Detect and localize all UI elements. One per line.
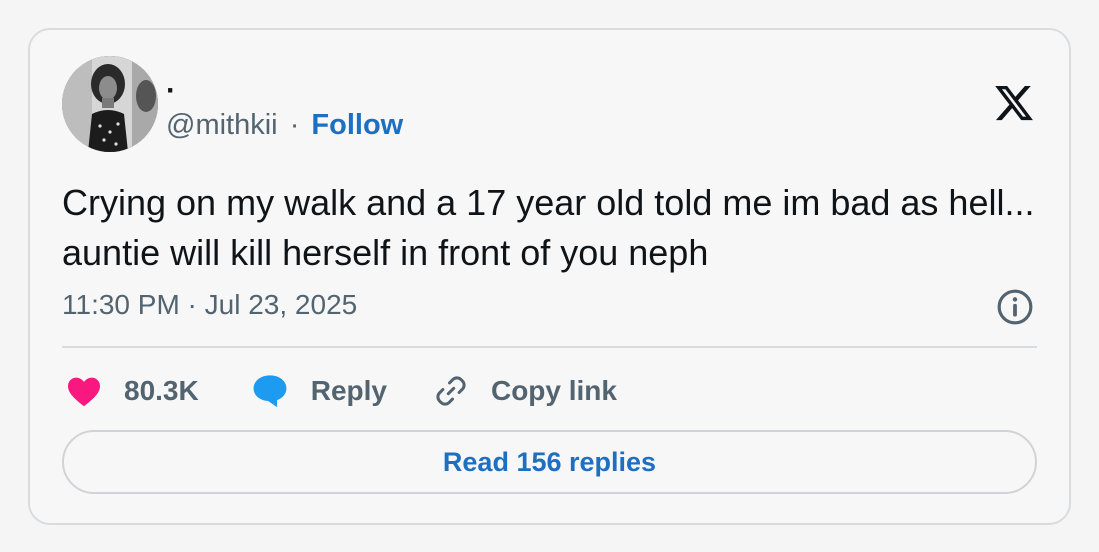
divider (62, 346, 1037, 348)
copy-link-button[interactable]: Copy link (433, 373, 617, 409)
tweet-embed-card: · @mithkii · Follow Crying on my walk an… (28, 28, 1071, 525)
handle-separator: · (289, 109, 300, 141)
reply-label: Reply (310, 375, 387, 406)
author-handle-row: @mithkii · Follow (166, 108, 403, 142)
heart-icon (68, 377, 100, 407)
tweet-text: Crying on my walk and a 17 year old told… (62, 182, 1035, 273)
author-handle[interactable]: @mithkii (166, 109, 278, 141)
link-icon (436, 376, 466, 406)
copy-link-label: Copy link (490, 375, 617, 406)
action-bar: 80.3K Reply Copy link (66, 366, 617, 416)
x-logo-icon[interactable] (992, 82, 1036, 124)
speech-bubble-icon (253, 375, 287, 408)
read-replies-button[interactable]: Read 156 replies (62, 430, 1037, 494)
avatar[interactable] (62, 56, 158, 152)
avatar-photo (62, 56, 158, 152)
info-icon[interactable] (996, 288, 1034, 326)
reply-button[interactable]: Reply (251, 373, 387, 409)
follow-link[interactable]: Follow (311, 109, 403, 141)
like-count: 80.3K (124, 375, 199, 406)
like-button[interactable]: 80.3K (66, 374, 199, 408)
display-name[interactable]: · (166, 76, 176, 106)
tweet-timestamp[interactable]: 11:30 PM · Jul 23, 2025 (62, 288, 357, 322)
